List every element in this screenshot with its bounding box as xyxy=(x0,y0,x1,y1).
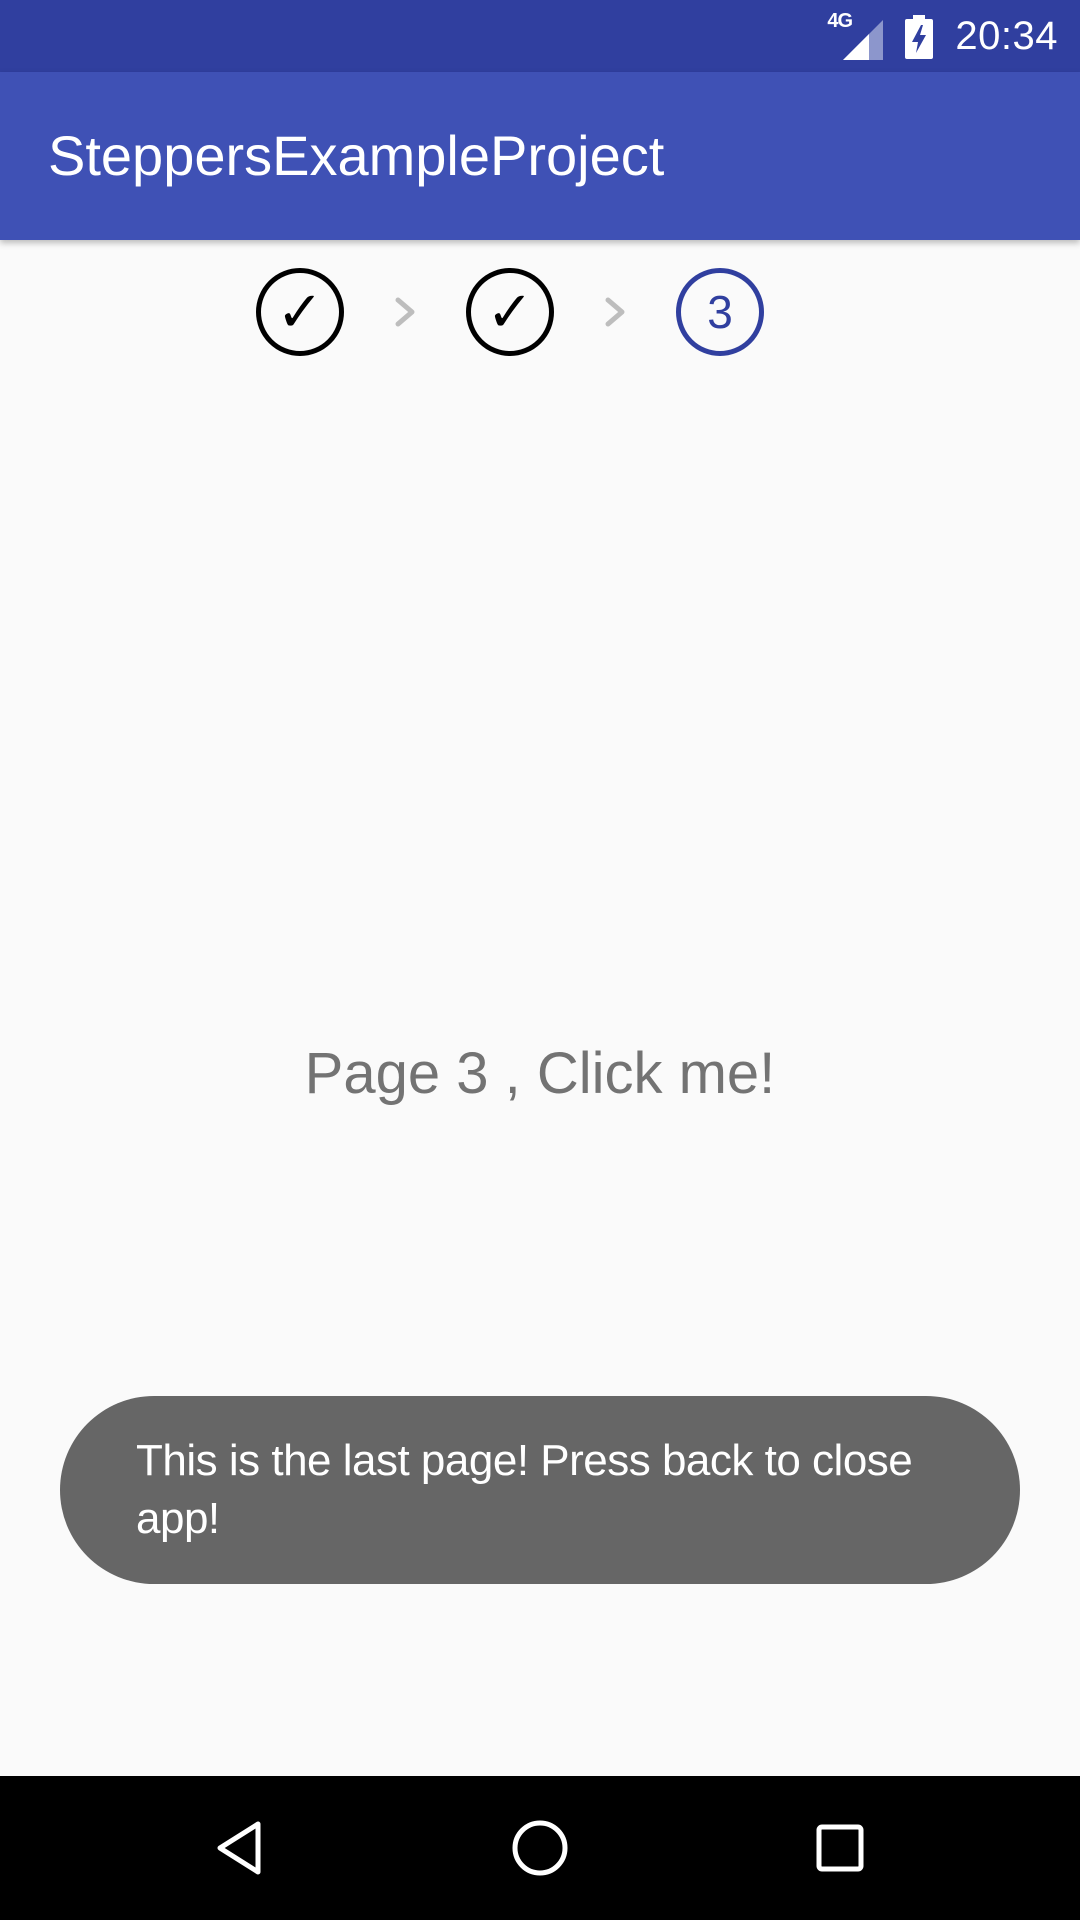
nav-recents-button[interactable] xyxy=(794,1802,886,1894)
step-3-active[interactable]: 3 xyxy=(676,268,764,356)
status-bar: 4G 20:34 xyxy=(0,0,1080,72)
page-click-label[interactable]: Page 3 , Click me! xyxy=(0,1040,1080,1107)
navigation-bar xyxy=(0,1776,1080,1920)
toast-message: This is the last page! Press back to clo… xyxy=(60,1396,1020,1584)
status-icons: 4G 20:34 xyxy=(827,0,1058,72)
app-screen: 4G 20:34 SteppersExampleProject ✓ ✓ 3 Pa… xyxy=(0,0,1080,1920)
signal-indicator: 4G xyxy=(827,10,884,60)
app-bar: SteppersExampleProject xyxy=(0,72,1080,240)
step-3-number: 3 xyxy=(707,286,733,338)
chevron-right-icon xyxy=(605,297,625,327)
battery-charging-icon xyxy=(905,15,934,59)
stepper: ✓ ✓ 3 xyxy=(0,260,1080,364)
network-type-label: 4G xyxy=(827,10,853,32)
toast-text: This is the last page! Press back to clo… xyxy=(136,1436,913,1543)
nav-back-button[interactable] xyxy=(194,1802,286,1894)
recents-square-icon xyxy=(816,1824,864,1872)
step-2-completed[interactable]: ✓ xyxy=(466,268,554,356)
nav-home-button[interactable] xyxy=(494,1802,586,1894)
app-title: SteppersExampleProject xyxy=(48,124,665,187)
status-clock: 20:34 xyxy=(955,13,1058,58)
home-circle-icon xyxy=(512,1820,568,1876)
chevron-right-icon xyxy=(395,297,415,327)
step-1-completed[interactable]: ✓ xyxy=(256,268,344,356)
step-2-check-label: ✓ xyxy=(486,279,534,345)
back-triangle-icon xyxy=(217,1821,261,1875)
step-1-check-label: ✓ xyxy=(276,279,324,345)
